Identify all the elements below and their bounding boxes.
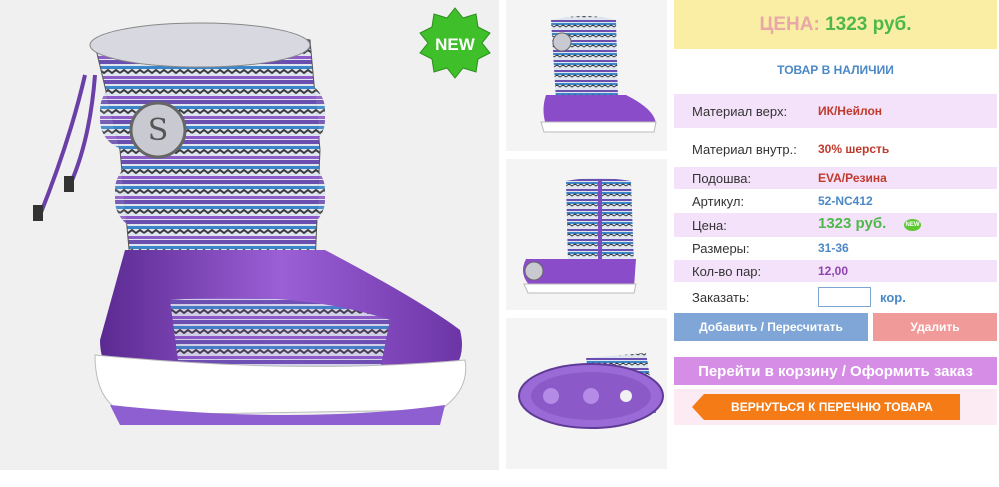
price-banner-label: ЦЕНА: — [759, 14, 820, 35]
spec-row-price: Цена: 1323 руб. NEW — [674, 213, 997, 237]
spec-row-material-top: Материал верх: ИК/Нейлон — [674, 94, 997, 128]
svg-text:S: S — [148, 113, 169, 148]
back-to-list-button[interactable]: ВЕРНУТЬСЯ К ПЕРЕЧНЮ ТОВАРА — [692, 394, 960, 420]
order-quantity-input[interactable] — [818, 287, 871, 307]
spec-value: 12,00 — [818, 264, 849, 278]
go-to-cart-button[interactable]: Перейти в корзину / Оформить заказ — [674, 357, 997, 385]
spec-value: EVA/Резина — [818, 171, 887, 185]
spec-label: Подошва: — [692, 171, 752, 186]
spec-value: 1323 руб. — [818, 215, 887, 232]
spec-row-qty: Кол-во пар: 12,00 — [674, 260, 997, 282]
boot-sole-thumb — [506, 318, 667, 469]
order-unit: кор. — [880, 290, 906, 305]
back-area: ВЕРНУТЬСЯ К ПЕРЕЧНЮ ТОВАРА — [674, 389, 997, 425]
spec-value: 31-36 — [818, 241, 849, 255]
spec-row-material-inner: Материал внутр.: 30% шерсть — [674, 134, 997, 168]
boot-front-thumb — [506, 0, 667, 151]
boot-side-thumb — [506, 159, 667, 310]
spec-value: 30% шерсть — [818, 142, 890, 156]
spec-label: Размеры: — [692, 241, 750, 256]
spec-value: 52-NC412 — [818, 194, 873, 208]
add-recalculate-button[interactable]: Добавить / Пересчитать — [674, 313, 868, 341]
spec-label: Цена: — [692, 218, 727, 233]
spec-label: Материал верх: — [692, 104, 788, 119]
price-banner: ЦЕНА: 1323 руб. — [674, 0, 997, 49]
thumbnail-front-view[interactable] — [506, 0, 667, 151]
spec-row-sole: Подошва: EVA/Резина — [674, 167, 997, 189]
thumbnail-sole-view[interactable] — [506, 318, 667, 469]
new-badge: NEW — [419, 7, 491, 79]
order-label: Заказать: — [692, 290, 750, 305]
spec-label: Артикул: — [692, 194, 745, 209]
availability-status: ТОВАР В НАЛИЧИИ — [777, 63, 894, 77]
spec-row-order: Заказать: кор. — [674, 285, 997, 309]
main-product-photo[interactable]: S NEW — [0, 0, 499, 470]
delete-button[interactable]: Удалить — [873, 313, 997, 341]
spec-row-sizes: Размеры: 31-36 — [674, 237, 997, 259]
spec-label: Кол-во пар: — [692, 264, 762, 279]
new-badge-small: NEW — [904, 219, 921, 231]
spec-value: ИК/Нейлон — [818, 104, 883, 118]
thumbnail-side-view[interactable] — [506, 159, 667, 310]
price-banner-value: 1323 руб. — [825, 14, 912, 35]
spec-row-sku: Артикул: 52-NC412 — [674, 190, 997, 212]
new-badge-text: NEW — [435, 35, 476, 54]
spec-label: Материал внутр.: — [692, 142, 797, 157]
